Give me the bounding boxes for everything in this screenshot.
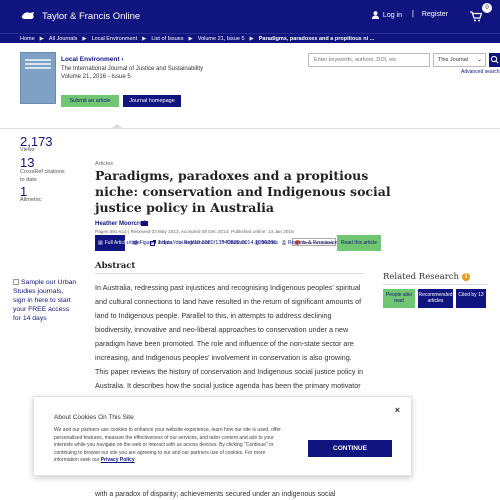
login-label: Log in <box>382 11 402 19</box>
search-button[interactable] <box>489 53 500 67</box>
privacy-policy-link[interactable]: Privacy Policy <box>101 457 135 463</box>
breadcrumb: Home ▶ All Journals ▶ Local Environment … <box>0 33 500 43</box>
citations-icon: ❝ <box>222 240 225 246</box>
cart-count-badge: 0 <box>482 3 492 13</box>
close-icon[interactable]: × <box>395 405 400 415</box>
site-logo[interactable]: Taylor & Francis Online <box>20 10 140 22</box>
tab-citations[interactable]: ❝ Citations <box>222 235 246 251</box>
submit-article-button[interactable]: Submit an article <box>61 95 119 107</box>
site-brand: Taylor & Francis Online <box>42 10 141 22</box>
altmetric-label: Altmetric <box>20 197 42 203</box>
related-divider <box>383 284 487 285</box>
search-input[interactable]: Enter keywords, authors, DOI, etc <box>308 53 430 67</box>
abstract-heading: Abstract <box>95 261 136 271</box>
views-label: Views <box>20 147 35 153</box>
register-link[interactable]: Register <box>422 11 448 18</box>
references-icon: ≡ <box>179 240 182 246</box>
breadcrumb-volume[interactable]: Volume 21, Issue 5 <box>198 36 245 42</box>
search-scope-select[interactable]: This Journal ⌄ <box>433 53 486 67</box>
tab-full-article[interactable]: ▤ Full Article <box>95 235 128 251</box>
abstract-text: In Australia, redressing past injustices… <box>95 283 364 404</box>
abstract-text-continued: with a paradox of disparity; achievement… <box>95 491 336 498</box>
tab-references[interactable]: ≡ References <box>179 235 210 251</box>
teapot-logo-icon <box>21 12 34 19</box>
document-icon: ▤ <box>98 240 103 246</box>
breadcrumb-all-journals[interactable]: All Journals <box>49 36 77 42</box>
crossref-label: CrossRef citations to date <box>20 169 65 183</box>
abstract-divider <box>95 273 364 274</box>
login-link[interactable]: Log in <box>371 11 402 19</box>
figures-icon: ▦ <box>133 240 138 246</box>
journal-name-link[interactable]: Local Environment › <box>61 56 124 63</box>
related-research-heading: Related Research i <box>383 272 470 282</box>
cookie-banner: About Cookies On This Site × We and our … <box>33 396 412 476</box>
promo-alt-text: Sample our Urban Studies journals, sign … <box>13 279 77 322</box>
cookie-heading: About Cookies On This Site <box>54 414 134 421</box>
journal-volume: Volume 21, 2016 - Issue 5 <box>61 74 131 80</box>
article-type: Articles <box>95 161 114 167</box>
promo-image-link[interactable]: Sample our Urban Studies journals, sign … <box>13 278 77 323</box>
info-icon[interactable]: i <box>462 273 470 281</box>
breadcrumb-current: Paradigms, paradoxes and a propitious ni… <box>258 35 375 42</box>
breadcrumb-separator: ▶ <box>39 35 44 42</box>
tab-cited-by[interactable]: Cited by 13 <box>456 289 486 308</box>
cookie-text: We and our partners use cookies to enhan… <box>54 427 281 463</box>
breadcrumb-separator: ▶ <box>188 35 193 42</box>
continue-button[interactable]: CONTINUE <box>308 440 392 457</box>
breadcrumb-separator: ▶ <box>82 35 87 42</box>
breadcrumb-separator: ▶ <box>142 35 147 42</box>
search-icon <box>490 55 499 64</box>
chevron-down-icon: ⌄ <box>476 57 482 63</box>
advanced-search-link[interactable]: Advanced search <box>461 69 500 75</box>
user-icon <box>371 11 379 19</box>
publication-info: Pages 591-614 | Received 03 May 2013, Ac… <box>95 229 294 234</box>
tab-figures-data[interactable]: ▦ Figures & data <box>133 235 172 251</box>
journal-homepage-button[interactable]: Journal homepage <box>123 95 181 107</box>
metrics-icon: ▥ <box>255 240 260 246</box>
email-icon[interactable] <box>141 221 148 226</box>
author-link[interactable]: Heather Moorcroft <box>95 221 147 227</box>
breadcrumb-issues[interactable]: List of Issues <box>151 36 183 42</box>
search-scope-value: This Journal <box>438 57 468 63</box>
read-article-button[interactable]: Read this article <box>337 235 381 251</box>
reprints-icon: ⎙ <box>282 240 287 246</box>
section-divider <box>0 128 500 129</box>
cart-icon <box>470 11 483 22</box>
journal-cover-image[interactable] <box>20 52 56 104</box>
breadcrumb-journal[interactable]: Local Environment <box>92 36 138 42</box>
header-separator: | <box>411 9 414 18</box>
cart-button[interactable] <box>470 9 483 27</box>
divider-notch <box>110 124 124 129</box>
tab-reprints[interactable]: ⎙ Reprints & Permissions <box>282 235 340 251</box>
broken-image-icon <box>13 279 19 286</box>
tab-people-also-read[interactable]: People also read <box>383 289 415 308</box>
breadcrumb-home[interactable]: Home <box>20 36 35 42</box>
tab-recommended-articles[interactable]: Recommended articles <box>418 289 453 308</box>
article-title: Paradigms, paradoxes and a propitious ni… <box>95 168 391 215</box>
top-header: Taylor & Francis Online Log in | Registe… <box>0 0 500 33</box>
journal-subtitle: The International Journal of Justice and… <box>61 66 204 72</box>
breadcrumb-separator: ▶ <box>249 35 254 42</box>
tab-metrics[interactable]: ▥ Metrics <box>255 235 278 251</box>
